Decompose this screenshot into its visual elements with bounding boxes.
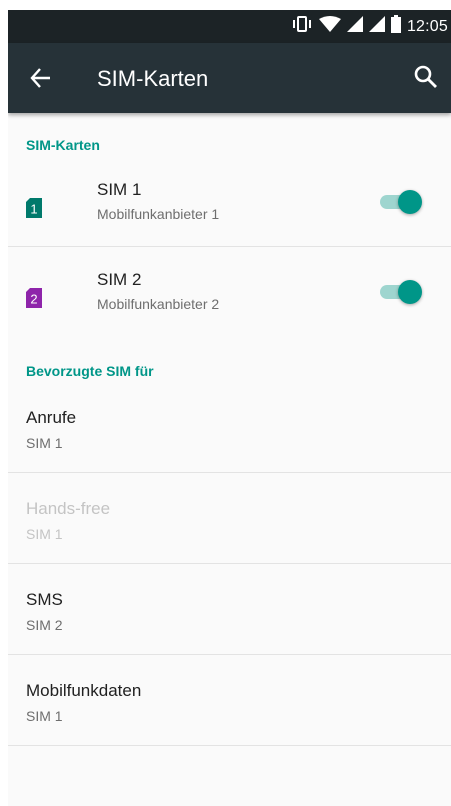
pref-value: SIM 1 (26, 526, 63, 542)
pref-value: SIM 1 (26, 708, 63, 724)
arrow-left-icon (28, 68, 54, 95)
screen: 12:05 SIM-Karten SIM-Karten 1 SIM 1 Mobi… (8, 10, 451, 806)
pref-item-hands-free: Hands-free SIM 1 (8, 487, 451, 563)
toggle-thumb (398, 280, 422, 304)
sim-row-1[interactable]: 1 SIM 1 Mobilfunkanbieter 1 (8, 170, 451, 246)
sim-1-toggle[interactable] (380, 188, 424, 214)
sim-card-1-icon: 1 (26, 198, 42, 218)
status-time: 12:05 (406, 17, 448, 35)
sim-subtitle: Mobilfunkanbieter 2 (97, 296, 220, 312)
signal-sim1-icon (346, 16, 363, 37)
toggle-thumb (398, 190, 422, 214)
search-icon (413, 65, 439, 94)
sim-2-toggle[interactable] (380, 278, 424, 304)
section-header-preferred-sim: Bevorzugte SIM für (26, 363, 154, 379)
sim-title: SIM 2 (97, 270, 142, 289)
back-button[interactable] (28, 65, 54, 91)
status-icons: 12:05 (291, 10, 448, 43)
pref-item-calls[interactable]: Anrufe SIM 1 (8, 396, 451, 472)
page-title: SIM-Karten (97, 66, 209, 91)
divider (8, 745, 451, 746)
sim-title: SIM 1 (97, 180, 142, 199)
svg-text:2: 2 (30, 292, 37, 307)
sim-card-2-icon: 2 (26, 288, 42, 308)
pref-title: SMS (26, 590, 63, 609)
vibrate-icon (291, 16, 313, 37)
pref-value: SIM 1 (26, 435, 63, 451)
battery-icon (390, 15, 401, 38)
status-bar: 12:05 (8, 10, 451, 43)
divider (8, 563, 451, 564)
divider (8, 246, 451, 247)
sim-row-2[interactable]: 2 SIM 2 Mobilfunkanbieter 2 (8, 260, 451, 336)
pref-value: SIM 2 (26, 617, 63, 633)
divider (8, 472, 451, 473)
pref-item-mobile-data[interactable]: Mobilfunkdaten SIM 1 (8, 669, 451, 745)
search-button[interactable] (413, 64, 439, 90)
pref-title: Anrufe (26, 408, 77, 427)
section-header-sim-cards: SIM-Karten (26, 137, 100, 153)
pref-item-sms[interactable]: SMS SIM 2 (8, 578, 451, 654)
svg-text:1: 1 (30, 202, 37, 217)
pref-title: Mobilfunkdaten (26, 681, 142, 700)
signal-sim2-icon (368, 16, 385, 37)
wifi-icon (318, 16, 341, 37)
sim-subtitle: Mobilfunkanbieter 1 (97, 206, 220, 222)
app-bar: SIM-Karten (8, 43, 451, 113)
pref-title: Hands-free (26, 499, 111, 518)
divider (8, 654, 451, 655)
